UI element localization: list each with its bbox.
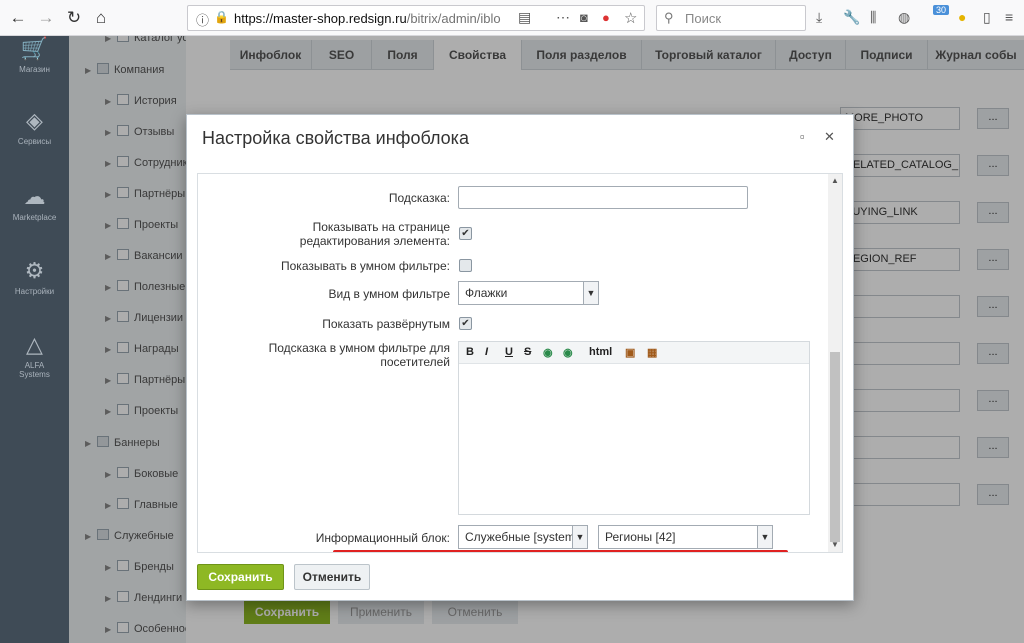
back-icon[interactable]: ← [6,6,30,30]
iblock-type-value: Служебные [system [465,530,575,544]
bookmark-star-icon[interactable]: ☆ [624,9,637,27]
reload-icon[interactable]: ↻ [62,6,86,30]
insert-link-icon[interactable]: ◉ [543,346,553,359]
dialog-title: Настройка свойства инфоблока [202,128,469,148]
nav-services-label: Сервисы [17,137,52,146]
page-actions-icon[interactable]: ⋯ [556,9,570,26]
nav-marketplace[interactable]: ☁ Marketplace [0,184,69,222]
home-icon[interactable]: ⌂ [89,6,113,30]
alfa-logo-icon: △ [26,332,43,357]
nav-services[interactable]: ◈ Сервисы [0,108,69,146]
pocket-icon[interactable]: ◙ [580,10,588,25]
wrench-icon[interactable]: 🔧 [843,9,860,26]
chevron-down-icon: ▼ [572,526,587,548]
layers-icon: ◈ [26,108,43,133]
iblock-type-select[interactable]: Служебные [system ▼ [458,525,588,549]
close-icon[interactable]: ✕ [824,129,835,145]
bold-icon[interactable]: B [466,346,474,358]
dialog-scrollbar[interactable]: ▲ ▼ [828,174,842,552]
filter-view-value: Флажки [465,286,508,300]
iblock-value: Регионы [42] [605,530,676,544]
show-on-edit-label: Показывать на странице редактирования эл… [299,220,450,248]
nav-alfa-label: ALFA Systems [19,361,50,379]
show-expanded-label: Показать развёрнутым [322,317,450,331]
scroll-thumb[interactable] [830,352,840,542]
dialog-content: Подсказка: Показывать на странице редакт… [197,173,843,553]
underline-icon[interactable]: U [505,346,513,358]
gear-icon: ⚙ [24,258,45,283]
show-expanded-checkbox[interactable]: ✔ [459,317,472,330]
html-mode-button[interactable]: html [589,346,612,358]
url-bar[interactable]: ⓘ 🔒 https://master-shop.redsign.ru/bitri… [187,5,645,31]
mail-badge[interactable]: 30 [933,5,950,15]
paste-icon[interactable]: ▣ [625,346,635,359]
search-placeholder: Поиск [685,11,722,26]
hint-input[interactable] [458,186,748,209]
filter-hint-editor[interactable]: B I U S ◉ ◉ html ▣ ▦ [458,341,810,515]
remove-link-icon[interactable]: ◉ [563,346,573,359]
library-icon[interactable]: ⫼ [870,9,876,26]
admin-left-nav: 🛒 Магазин ◈ Сервисы ☁ Marketplace ⚙ Наст… [0,36,69,643]
sidebar-toggle-icon[interactable]: ▯ [983,9,991,26]
save-button[interactable]: Сохранить [197,564,284,590]
iblock-select[interactable]: Регионы [42] ▼ [598,525,773,549]
highlight-underline [333,550,788,552]
property-settings-dialog: Настройка свойства инфоблока ▫ ✕ Подсказ… [186,114,854,601]
show-in-filter-label: Показывать в умном фильтре: [281,259,450,273]
cart-icon: 🛒 [20,36,49,61]
nav-marketplace-label: Marketplace [12,213,57,222]
search-bar[interactable]: ⚲ Поиск [656,5,806,31]
dialog-header[interactable]: Настройка свойства инфоблока ▫ ✕ [187,115,853,160]
chevron-down-icon: ▼ [757,526,772,548]
scroll-up-icon[interactable]: ▲ [830,176,840,185]
url-text: https://master-shop.redsign.ru/bitrix/ad… [234,11,501,26]
hint-label: Подсказка: [388,191,450,205]
format-icon[interactable]: ▦ [647,346,657,359]
nav-alfa[interactable]: △ ALFA Systems [0,332,69,379]
nav-settings[interactable]: ⚙ Настройки [0,258,69,296]
addon-icon[interactable]: ● [602,10,610,25]
forward-icon[interactable]: → [34,6,58,30]
nav-shop-label: Магазин [19,65,50,74]
info-icon[interactable]: ⓘ [196,10,209,29]
show-on-edit-checkbox[interactable]: ✔ [459,227,472,240]
search-icon: ⚲ [664,10,674,25]
scroll-down-icon[interactable]: ▼ [830,540,840,549]
filter-view-select[interactable]: Флажки ▼ [458,281,599,305]
strikethrough-icon[interactable]: S [524,346,531,358]
show-in-filter-checkbox[interactable] [459,259,472,272]
globe-icon[interactable]: ◍ [898,9,910,26]
menu-icon[interactable]: ≡ [1005,9,1013,25]
editor-toolbar: B I U S ◉ ◉ html ▣ ▦ [459,342,809,364]
lock-icon: 🔒 [214,10,229,24]
lightbulb-icon[interactable]: ● [958,9,966,25]
maximize-icon[interactable]: ▫ [800,129,805,144]
iblock-label: Информационный блок: [315,531,450,545]
italic-icon[interactable]: I [485,346,488,358]
cloud-download-icon: ☁ [23,184,46,209]
download-icon[interactable]: ⤓ [816,9,822,26]
filter-hint-label: Подсказка в умном фильтре для посетителе… [268,341,450,369]
cancel-button[interactable]: Отменить [294,564,370,590]
reader-view-icon[interactable]: ▤ [518,9,531,26]
nav-settings-label: Настройки [14,287,55,296]
chevron-down-icon: ▼ [583,282,598,304]
browser-toolbar: ← → ↻ ⌂ ⓘ 🔒 https://master-shop.redsign.… [0,0,1024,36]
nav-shop[interactable]: 🛒 Магазин [0,36,69,74]
filter-view-label: Вид в умном фильтре [328,287,451,301]
